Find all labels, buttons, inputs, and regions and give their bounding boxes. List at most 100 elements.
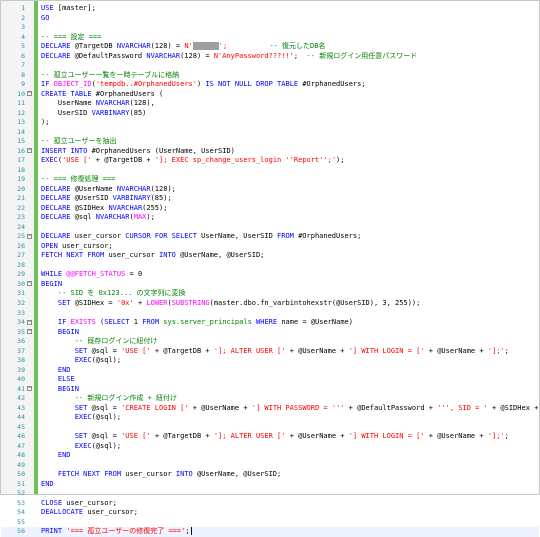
code-token: user_cursor; — [62, 241, 113, 250]
code-line[interactable]: 42 -- 新規ログイン作成 + 紐付け — [1, 394, 539, 404]
code-token: @@FETCH_STATUS — [66, 270, 126, 279]
code-line[interactable]: 56 PRINT '=== 孤立ユーザーの修復完了 ==='; — [1, 527, 539, 537]
code-token: + @SIDHex + — [487, 403, 540, 412]
code-line[interactable]: 43 SET @sql = 'CREATE LOGIN [' + @UserNa… — [1, 404, 539, 414]
code-line[interactable]: 46 SET @sql = 'USE [' + @TargetDB + ']; … — [1, 432, 539, 442]
code-line[interactable]: 24 — [1, 223, 539, 233]
code-token: = 0 — [125, 270, 143, 279]
collapse-toggle-icon[interactable]: − — [27, 148, 32, 154]
code-line[interactable]: 39 END — [1, 366, 539, 376]
code-line[interactable]: 40 ELSE — [1, 375, 539, 385]
line-number: 10 — [17, 89, 25, 98]
code-line[interactable]: 49 — [1, 461, 539, 471]
code-line[interactable]: 26 OPEN user_cursor; — [1, 242, 539, 252]
line-number: 13 — [17, 118, 25, 127]
code-line[interactable]: 20 DECLARE @UserName NVARCHAR(128); — [1, 185, 539, 195]
code-line[interactable]: 48 END — [1, 451, 539, 461]
code-line[interactable]: 18 — [1, 166, 539, 176]
collapse-toggle-icon[interactable]: − — [27, 329, 32, 335]
code-area[interactable]: 1 USE [master]; 2 GO 3 4 -- === 設定 === 5 DECLARE… — [1, 4, 539, 537]
line-number: 51 — [17, 479, 25, 488]
code-token: + @UserName + — [285, 432, 349, 441]
code-token: @DefaultPassword — [74, 51, 147, 60]
code-line[interactable]: 4 -- === 設定 === — [1, 33, 539, 43]
collapse-toggle-icon[interactable]: − — [27, 386, 32, 392]
code-token: END — [41, 479, 54, 488]
code-line[interactable]: 1 USE [master]; — [1, 4, 539, 14]
code-line[interactable]: 19 -- === 修復処理 === — [1, 175, 539, 185]
code-line[interactable]: 29 WHILE @@FETCH_STATUS = 0 — [1, 270, 539, 280]
code-token: '0x' — [116, 298, 134, 307]
code-line[interactable]: 27 FETCH NEXT FROM user_cursor INTO @User… — [1, 251, 539, 261]
code-line[interactable]: 44 EXEC(@sql); — [1, 413, 539, 423]
code-line[interactable]: 31 -- SID を 0x123... の文字列に変換 — [1, 289, 539, 299]
code-text: DECLARE @sql NVARCHAR(MAX); — [41, 213, 155, 223]
code-line[interactable]: 25− DECLARE user_cursor CURSOR FOR SELECT… — [1, 232, 539, 242]
code-token: SET — [74, 432, 92, 441]
code-line[interactable]: 34− IF EXISTS (SELECT 1 FROM sys.server_… — [1, 318, 539, 328]
code-line[interactable]: 2 GO — [1, 14, 539, 24]
code-token: '] WITH LOGIN = [' — [348, 432, 425, 441]
code-text: INSERT INTO #OrphanedUsers (UserName, Us… — [41, 147, 235, 157]
code-line[interactable]: 50 FETCH NEXT FROM user_cursor INTO @Use… — [1, 470, 539, 480]
code-line[interactable]: 41− BEGIN — [1, 385, 539, 395]
code-line[interactable]: 45 — [1, 423, 539, 433]
code-line[interactable]: 36 -- 既存ログインに紐付け — [1, 337, 539, 347]
code-line[interactable]: 6 DECLARE @DefaultPassword NVARCHAR(128) … — [1, 52, 539, 62]
code-token: DECLARE — [41, 213, 75, 222]
code-line[interactable]: 38 EXEC(@sql); — [1, 356, 539, 366]
sql-query-editor[interactable]: 1 USE [master]; 2 GO 3 4 -- === 設定 === 5 DECLARE… — [0, 0, 540, 537]
code-line[interactable]: 14 — [1, 128, 539, 138]
code-line[interactable]: 11 UserName NVARCHAR(128), — [1, 99, 539, 109]
code-line[interactable]: 17 EXEC('USE [' + @TargetDB + ']; EXEC sp… — [1, 156, 539, 166]
code-line[interactable]: 28 — [1, 261, 539, 271]
collapse-toggle-icon[interactable]: − — [27, 91, 32, 97]
code-line[interactable]: 5 DECLARE @TargetDB NVARCHAR(128) = N' '; … — [1, 42, 539, 52]
code-line[interactable]: 3 — [1, 23, 539, 33]
code-line[interactable]: 8 -- 孤立ユーザー一覧を一時テーブルに格納 — [1, 71, 539, 81]
code-line[interactable]: 10− CREATE TABLE #OrphanedUsers ( — [1, 90, 539, 100]
line-number: 43 — [17, 403, 25, 412]
code-token: + @UserName + — [285, 346, 349, 355]
code-line[interactable]: 13); — [1, 118, 539, 128]
code-line[interactable]: 37 SET @sql = 'USE [' + @TargetDB + ']; … — [1, 347, 539, 357]
line-number: 52 — [17, 489, 25, 498]
code-line[interactable]: 15 -- 孤立ユーザーを抽出 — [1, 137, 539, 147]
code-line[interactable]: 23 DECLARE @sql NVARCHAR(MAX); — [1, 213, 539, 223]
code-text: DECLARE user_cursor CURSOR FOR SELECT Us… — [41, 232, 361, 242]
code-text: -- 既存ログインに紐付け — [41, 337, 158, 347]
code-line[interactable]: 9 IF OBJECT_ID('tempdb..#OrphanedUsers') … — [1, 80, 539, 90]
collapse-toggle-icon[interactable]: − — [27, 281, 32, 287]
collapse-toggle-icon[interactable]: − — [27, 319, 32, 325]
code-text: -- === 修復処理 === — [41, 175, 115, 185]
code-line[interactable]: 22 DECLARE @SIDHex NVARCHAR(255); — [1, 204, 539, 214]
code-line[interactable]: 53 CLOSE user_cursor; — [1, 499, 539, 509]
code-line[interactable]: 32 SET @SIDHex = '0x' + LOWER(SUBSTRING(… — [1, 299, 539, 309]
code-token: IF — [57, 318, 71, 327]
collapse-toggle-icon[interactable]: − — [27, 233, 32, 239]
code-line[interactable]: 52 — [1, 489, 539, 499]
code-line[interactable]: 33 — [1, 309, 539, 319]
code-token: 'tempdb..#OrphanedUsers' — [95, 80, 197, 89]
code-token: @sql — [74, 213, 96, 222]
code-line[interactable]: 16− INSERT INTO #OrphanedUsers (UserName,… — [1, 147, 539, 157]
code-token: BEGIN — [41, 279, 63, 288]
code-line[interactable]: 35− BEGIN — [1, 328, 539, 338]
code-line[interactable]: 12 UserSID VARBINARY(85) — [1, 109, 539, 119]
code-text: FETCH NEXT FROM user_cursor INTO @UserNa… — [41, 470, 281, 480]
code-line[interactable]: 47 EXEC(@sql); — [1, 442, 539, 452]
code-line[interactable]: 55 — [1, 518, 539, 528]
code-token: -- 新規ログイン用任意パスワード — [306, 51, 418, 60]
code-line[interactable]: 51 END — [1, 480, 539, 490]
line-number: 40 — [17, 375, 25, 384]
code-line[interactable]: 21 DECLARE @UserSID VARBINARY(85); — [1, 194, 539, 204]
code-token: FETCH NEXT FROM — [57, 470, 126, 479]
line-number: 3 — [21, 23, 25, 32]
code-token: GO — [41, 13, 50, 22]
code-line[interactable]: 54 DEALLOCATE user_cursor; — [1, 508, 539, 518]
code-line[interactable]: 7 — [1, 61, 539, 71]
code-token: SET — [74, 403, 92, 412]
